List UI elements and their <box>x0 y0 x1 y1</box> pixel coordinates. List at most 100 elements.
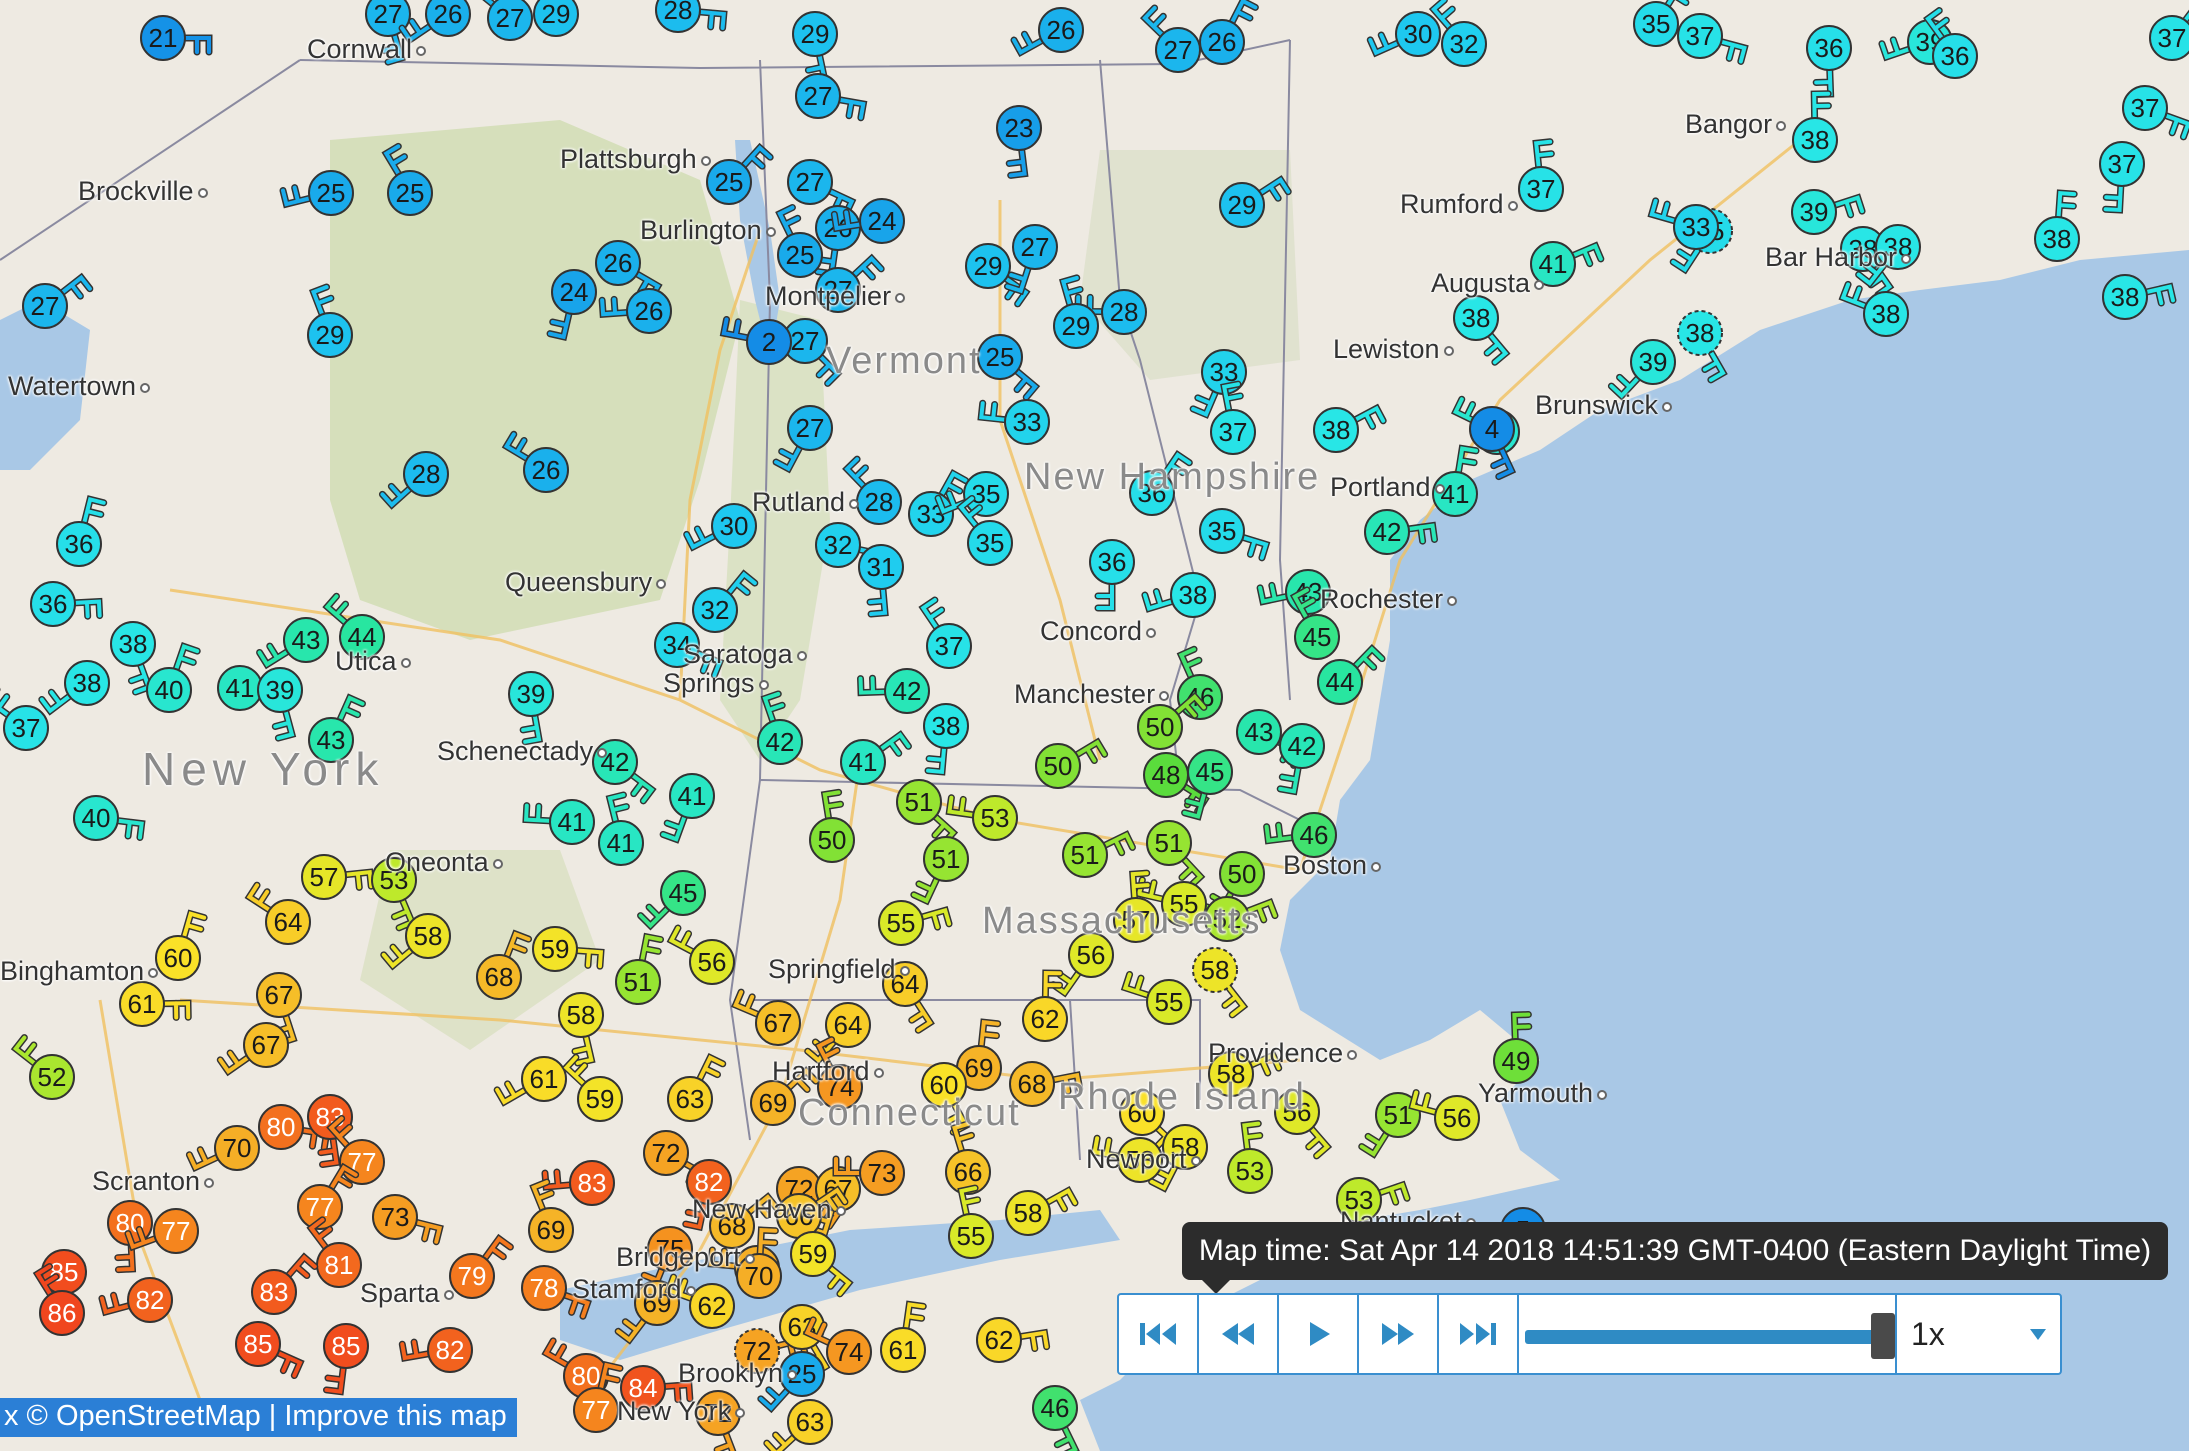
station-temperature: 40 <box>155 675 184 705</box>
station-temperature: 38 <box>2043 224 2072 254</box>
dropdown-caret-icon <box>2030 1328 2046 1340</box>
station-temperature: 74 <box>835 1337 864 1367</box>
station-temperature: 38 <box>1322 415 1351 445</box>
station-temperature: 50 <box>818 825 847 855</box>
station-temperature: 58 <box>414 921 443 951</box>
city-dot-icon <box>1507 200 1518 211</box>
skip-to-start-button[interactable] <box>1119 1295 1199 1373</box>
station-temperature: 85 <box>332 1331 361 1361</box>
station-temperature: 61 <box>128 989 157 1019</box>
station-temperature: 38 <box>73 668 102 698</box>
city-dot-icon <box>849 498 860 509</box>
place-label: Cornwall <box>307 34 430 65</box>
place-label: Concord <box>1040 616 1160 647</box>
step-back-button[interactable] <box>1199 1295 1279 1373</box>
station-temperature: 37 <box>2158 23 2187 53</box>
city-dot-icon <box>685 1285 696 1296</box>
station-temperature: 27 <box>796 413 825 443</box>
station-temperature: 41 <box>678 781 707 811</box>
station-temperature: 28 <box>412 459 441 489</box>
station-temperature: 37 <box>935 631 964 661</box>
station-temperature: 53 <box>981 803 1010 833</box>
station-temperature: 29 <box>316 320 345 350</box>
station-temperature: 48 <box>1152 760 1181 790</box>
station-temperature: 27 <box>31 291 60 321</box>
city-dot-icon <box>1159 690 1170 701</box>
city-dot-icon <box>744 1253 755 1264</box>
station-temperature: 63 <box>796 1407 825 1437</box>
place-label: Rumford <box>1400 189 1522 220</box>
place-label: Rochester <box>1320 584 1461 615</box>
state-label: New Hampshire <box>1024 456 1321 498</box>
station-temperature: 25 <box>786 240 815 270</box>
map-attribution[interactable]: x © OpenStreetMap | Improve this map <box>0 1398 517 1437</box>
place-label: Manchester <box>1014 679 1173 710</box>
place-label: Brooklyn <box>678 1358 801 1389</box>
station-temperature: 45 <box>669 878 698 908</box>
station-temperature: 82 <box>695 1167 724 1197</box>
station-temperature: 42 <box>893 676 922 706</box>
step-forward-button[interactable] <box>1359 1295 1439 1373</box>
station-temperature: 49 <box>1502 1046 1531 1076</box>
place-label: Springs <box>663 668 773 699</box>
station-temperature: 44 <box>1326 667 1355 697</box>
place-label: Brockville <box>78 176 212 207</box>
map-time-tooltip: Map time: Sat Apr 14 2018 14:51:39 GMT-0… <box>1182 1222 2168 1294</box>
place-label: Binghamton <box>0 956 162 987</box>
time-slider-handle[interactable] <box>1871 1313 1895 1359</box>
station-temperature: 29 <box>1062 311 1091 341</box>
station-temperature: 26 <box>1208 27 1237 57</box>
station-temperature: 33 <box>1013 407 1042 437</box>
station-temperature: 58 <box>567 1000 596 1030</box>
station-temperature: 67 <box>764 1008 793 1038</box>
play-button[interactable] <box>1279 1295 1359 1373</box>
time-slider[interactable] <box>1519 1295 1897 1373</box>
station-temperature: 55 <box>887 908 916 938</box>
station-temperature: 41 <box>558 807 587 837</box>
station-temperature: 61 <box>889 1335 918 1365</box>
station-temperature: 38 <box>1686 318 1715 348</box>
station-temperature: 51 <box>1155 828 1184 858</box>
station-temperature: 52 <box>38 1062 67 1092</box>
place-label: Yarmouth <box>1478 1078 1611 1109</box>
place-label: Newport <box>1086 1144 1205 1175</box>
city-dot-icon <box>1534 279 1545 290</box>
station-temperature: 51 <box>932 844 961 874</box>
station-temperature: 53 <box>1236 1156 1265 1186</box>
station-temperature: 69 <box>537 1215 566 1245</box>
station-temperature: 69 <box>965 1053 994 1083</box>
station-temperature: 27 <box>804 81 833 111</box>
station-temperature: 62 <box>698 1291 727 1321</box>
city-dot-icon <box>1597 1089 1608 1100</box>
station-temperature: 63 <box>676 1084 705 1114</box>
place-label: Bar Harbor <box>1765 242 1915 273</box>
station-temperature: 25 <box>317 178 346 208</box>
speed-select[interactable]: 1x <box>1897 1295 2060 1373</box>
place-label: Providence <box>1208 1038 1361 1069</box>
station-temperature: 41 <box>226 673 255 703</box>
city-dot-icon <box>597 747 608 758</box>
station-temperature: 62 <box>1031 1004 1060 1034</box>
city-dot-icon <box>700 155 711 166</box>
city-dot-icon <box>197 187 208 198</box>
station-temperature: 41 <box>607 828 636 858</box>
station-temperature: 62 <box>985 1325 1014 1355</box>
skip-start-icon <box>1140 1323 1176 1345</box>
city-dot-icon <box>1447 595 1458 606</box>
city-dot-icon <box>765 226 776 237</box>
station-temperature: 68 <box>485 962 514 992</box>
state-label: New York <box>142 743 385 795</box>
state-label: Massachusetts <box>982 900 1262 942</box>
playback-controls: 1x <box>1117 1293 2062 1375</box>
station-temperature: 78 <box>530 1273 559 1303</box>
place-label: Utica <box>335 646 415 677</box>
city-dot-icon <box>835 1205 846 1216</box>
station-temperature: 82 <box>136 1285 165 1315</box>
station-temperature: 45 <box>1196 757 1225 787</box>
station-temperature: 24 <box>560 277 589 307</box>
skip-to-end-button[interactable] <box>1439 1295 1519 1373</box>
station-temperature: 50 <box>1228 859 1257 889</box>
place-label: Plattsburgh <box>560 144 715 175</box>
skip-end-icon <box>1460 1323 1496 1345</box>
station-temperature: 26 <box>532 455 561 485</box>
